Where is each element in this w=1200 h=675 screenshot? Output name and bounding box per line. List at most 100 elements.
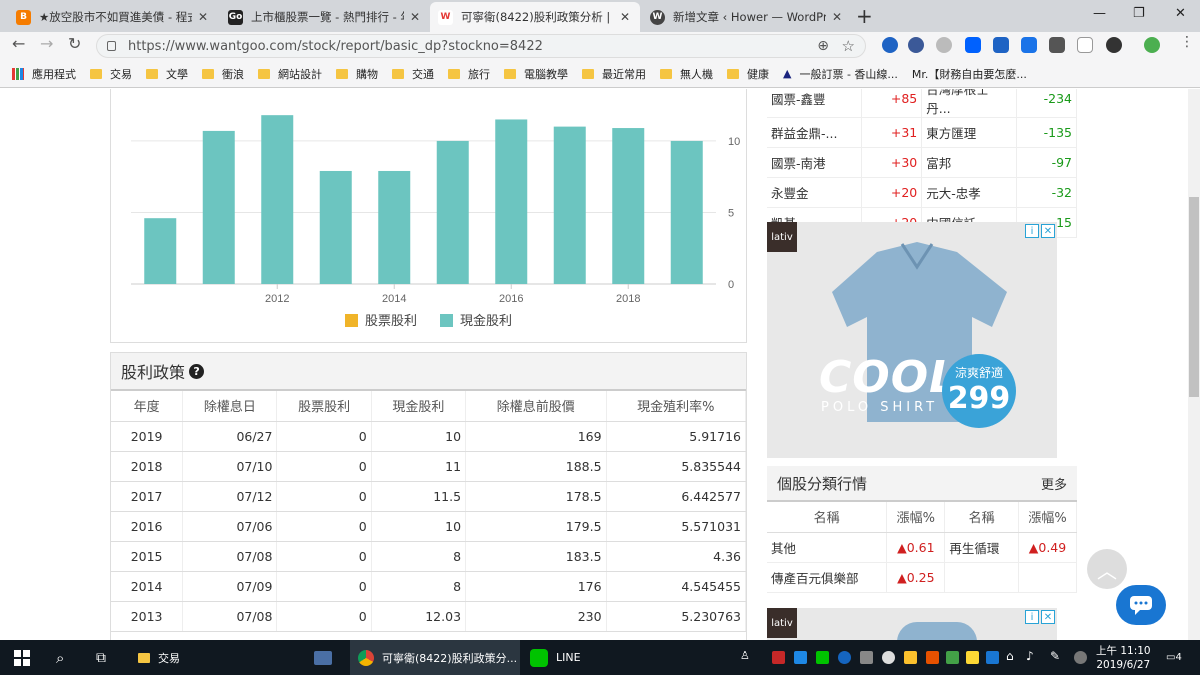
dropbox-tray-icon[interactable]	[986, 651, 999, 664]
forward-icon[interactable]: →	[40, 34, 53, 53]
extension-icon[interactable]	[908, 37, 924, 53]
broker-name[interactable]: 台灣摩根士丹...	[921, 89, 1018, 118]
bookmark-folder[interactable]: 交易	[90, 66, 132, 82]
advertisement[interactable]: lativ i ✕	[767, 608, 1057, 640]
bar-cash-dividend	[436, 140, 469, 284]
star-icon[interactable]: ☆	[842, 37, 855, 55]
extension-icon[interactable]	[882, 37, 898, 53]
bookmark-folder[interactable]: 無人機	[660, 66, 713, 82]
reload-icon[interactable]: ↻	[68, 34, 81, 53]
broker-name[interactable]: 富邦	[921, 147, 1018, 178]
zoom-icon[interactable]: ⊕	[817, 38, 829, 54]
tray-icon[interactable]	[1074, 651, 1087, 664]
close-icon[interactable]: ✕	[830, 10, 844, 24]
tab-4[interactable]: W 新增文章 ‹ Hower — WordPress ✕	[642, 2, 852, 32]
notification-button[interactable]: ▭ 4	[1166, 640, 1182, 675]
restore-button[interactable]: ❐	[1133, 6, 1145, 21]
volume-icon[interactable]: ♪	[1026, 649, 1039, 663]
bookmark-folder[interactable]: 電腦教學	[504, 66, 568, 82]
broker-name[interactable]: 元大-忠孝	[921, 177, 1018, 208]
broker-name[interactable]: 東方匯理	[921, 117, 1018, 148]
close-window-button[interactable]: ✕	[1175, 6, 1186, 21]
close-icon[interactable]: ✕	[1041, 224, 1055, 238]
bookmark-folder[interactable]: 交通	[392, 66, 434, 82]
windows-start-icon[interactable]	[14, 640, 30, 675]
bluetooth-icon[interactable]	[838, 651, 851, 664]
more-link[interactable]: 更多	[1041, 474, 1067, 493]
taskbar-app-icon[interactable]	[314, 640, 332, 675]
help-icon[interactable]: ?	[189, 363, 205, 379]
menu-icon[interactable]: ⋮	[1180, 34, 1194, 50]
ad-info-icon[interactable]: i	[1025, 610, 1039, 624]
broker-name[interactable]: 國票-鑫豐	[767, 89, 863, 118]
bookmark-apps[interactable]: 應用程式	[12, 66, 76, 82]
table-cell: 230	[465, 601, 607, 632]
tray-icon[interactable]	[926, 651, 939, 664]
bookmark-folder[interactable]: 網站設計	[258, 66, 322, 82]
address-bar[interactable]: https://www.wantgoo.com/stock/report/bas…	[96, 34, 866, 58]
sector-name[interactable]: 傳產百元俱樂部	[767, 562, 888, 593]
tray-icon[interactable]	[794, 651, 807, 664]
taskbar-item-explorer[interactable]: 交易	[138, 640, 180, 675]
pen-icon[interactable]: ✎	[1050, 649, 1063, 663]
network-icon[interactable]: ⌂	[1006, 649, 1019, 663]
avatar[interactable]	[1144, 37, 1160, 53]
sector-name[interactable]: 再生循環	[944, 532, 1019, 563]
sector-name[interactable]: 其他	[767, 532, 888, 563]
scroll-top-button[interactable]: ︿	[1087, 549, 1127, 589]
extension-icon[interactable]	[1077, 37, 1093, 53]
table-cell: 07/06	[182, 511, 278, 542]
page-content: 10 5 0 2012 2014 2016 2018 股票股利 現金股利 股利政策 ? 年度 除權…	[0, 89, 1188, 640]
close-icon[interactable]: ✕	[408, 10, 422, 24]
scrollbar-thumb[interactable]	[1189, 197, 1199, 397]
tray-icon[interactable]	[904, 651, 917, 664]
taskbar-item-line[interactable]: LINE	[530, 640, 581, 675]
bookmark-link[interactable]: Mr.【財務自由要怎麼...	[912, 66, 1027, 82]
back-icon[interactable]: ←	[12, 34, 25, 53]
table-cell: 2018	[111, 451, 184, 482]
bookmark-folder[interactable]: 文學	[146, 66, 188, 82]
advertisement[interactable]: lativ i ✕ COOL POLO SHIRT 涼爽舒適 299	[767, 222, 1057, 458]
broker-name[interactable]: 群益金鼎-...	[767, 117, 863, 148]
extension-icon[interactable]	[993, 37, 1009, 53]
tray-icon[interactable]	[882, 651, 895, 664]
table-cell: 11.5	[371, 481, 467, 512]
broker-name[interactable]: 國票-南港	[767, 147, 863, 178]
minimize-button[interactable]: —	[1093, 6, 1106, 21]
tray-icon[interactable]	[772, 651, 785, 664]
people-icon[interactable]: ♙	[740, 649, 753, 662]
taskbar-item-chrome[interactable]: 可寧衛(8422)股利政策分...	[350, 640, 520, 675]
bookmark-folder[interactable]: 最近常用	[582, 66, 646, 82]
table-cell: 12.03	[371, 601, 467, 632]
table-cell: 0	[276, 511, 372, 542]
tray-icon[interactable]	[966, 651, 979, 664]
bookmark-link[interactable]: ▲ 一般訂票 - 香山線...	[783, 66, 898, 82]
extension-icon[interactable]	[1106, 37, 1122, 53]
close-icon[interactable]: ✕	[618, 10, 632, 24]
bookmark-folder[interactable]: 衝浪	[202, 66, 244, 82]
dropbox-icon[interactable]	[965, 37, 981, 53]
sector-name[interactable]	[944, 562, 1019, 593]
extension-icon[interactable]	[1021, 37, 1037, 53]
search-icon[interactable]: ⌕	[56, 640, 64, 675]
bookmark-folder[interactable]: 購物	[336, 66, 378, 82]
tray-icon[interactable]	[946, 651, 959, 664]
chat-button[interactable]	[1116, 585, 1166, 625]
close-icon[interactable]: ✕	[196, 10, 210, 24]
broker-name[interactable]: 永豐金	[767, 177, 863, 208]
ad-info-icon[interactable]: i	[1025, 224, 1039, 238]
tab-1[interactable]: B ★放空股市不如買進美債 - 程式交 ✕	[8, 2, 218, 32]
table-cell: 183.5	[465, 541, 607, 572]
bookmark-folder[interactable]: 健康	[727, 66, 769, 82]
tab-2[interactable]: Go 上市櫃股票一覽 - 熱門排行 - 年股 ✕	[220, 2, 430, 32]
line-tray-icon[interactable]	[816, 651, 829, 664]
tab-3-active[interactable]: W 可寧衛(8422)股利政策分析 | 台股 ✕	[430, 2, 640, 32]
bookmark-folder[interactable]: 旅行	[448, 66, 490, 82]
tray-icon[interactable]	[860, 651, 873, 664]
extension-icon[interactable]	[936, 37, 952, 53]
task-view-icon[interactable]: ⧉	[96, 640, 106, 675]
extension-icon[interactable]	[1049, 37, 1065, 53]
clock[interactable]: 上午 11:10 2019/6/27	[1096, 640, 1151, 675]
close-icon[interactable]: ✕	[1041, 610, 1055, 624]
new-tab-button[interactable]: +	[856, 4, 873, 28]
